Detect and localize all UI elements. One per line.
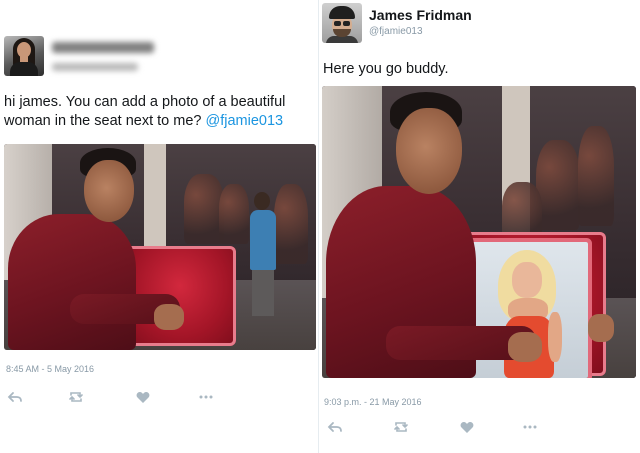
tweet-photo[interactable] <box>4 144 316 350</box>
retweet-icon[interactable] <box>68 389 84 405</box>
reply-icon[interactable] <box>327 419 343 435</box>
reply-icon[interactable] <box>7 389 23 405</box>
reply-text: Here you go buddy. <box>323 61 449 77</box>
user-avatar[interactable] <box>4 36 44 76</box>
like-icon[interactable] <box>459 419 475 435</box>
more-icon[interactable] <box>198 389 214 405</box>
user-handle[interactable]: @fjamie013 <box>369 26 423 37</box>
reply-timestamp[interactable]: 9:03 p.m. - 21 May 2016 <box>324 397 422 407</box>
like-icon[interactable] <box>135 389 151 405</box>
display-name[interactable]: James Fridman <box>369 7 472 23</box>
mention-link[interactable]: @fjamie013 <box>206 113 284 129</box>
more-icon[interactable] <box>522 419 538 435</box>
censored-display-name <box>52 42 154 53</box>
james-avatar[interactable] <box>322 3 362 43</box>
censored-handle <box>52 63 138 71</box>
original-tweet: hi james. You can add a photo of a beaut… <box>0 0 318 453</box>
tweet-text: hi james. You can add a photo of a beaut… <box>4 93 316 131</box>
tweet-timestamp[interactable]: 8:45 AM - 5 May 2016 <box>6 364 94 374</box>
retweet-icon[interactable] <box>393 419 409 435</box>
reply-photo[interactable] <box>322 86 636 378</box>
